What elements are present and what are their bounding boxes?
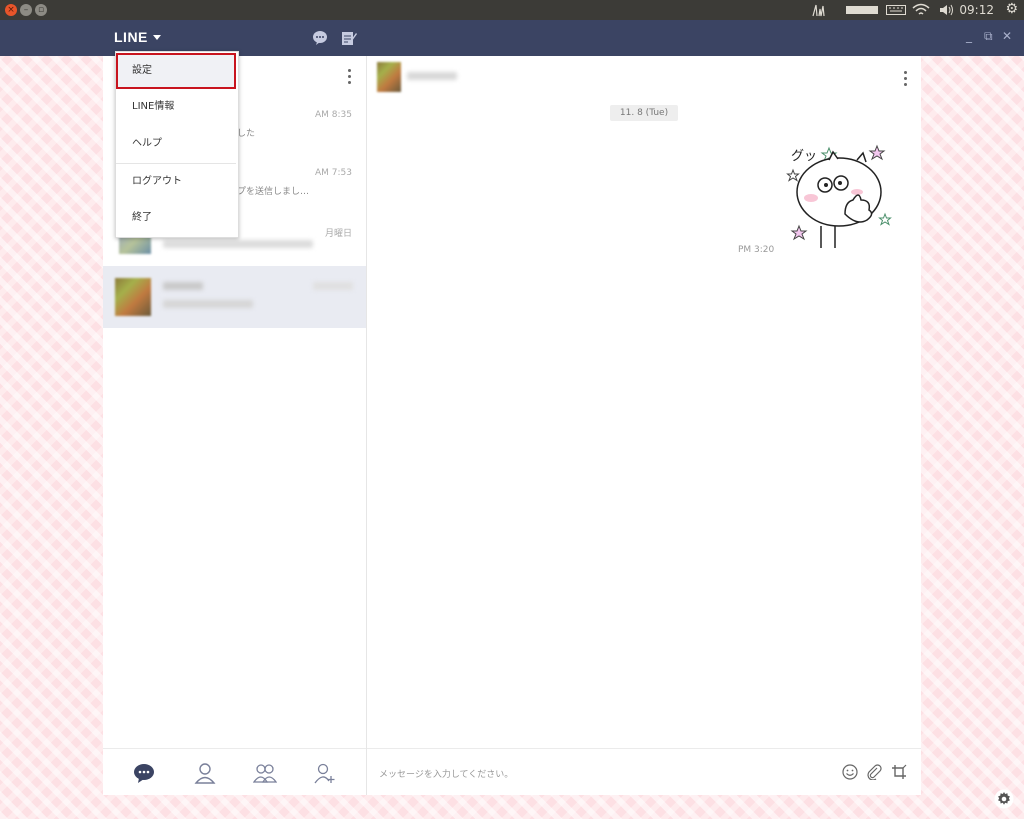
keyboard-icon[interactable] (886, 0, 906, 20)
conversation-panel: 11. 8 (Tue) グッ PM 3:20 メッセージを入力してください。 (367, 56, 921, 795)
speech-bubble-icon[interactable] (133, 762, 155, 784)
sticker-image: グッ (785, 140, 899, 252)
chat-preview: した (237, 129, 256, 139)
people-icon[interactable] (252, 762, 278, 784)
menu-item-settings[interactable]: 設定 (116, 53, 236, 89)
tray-network-graph-icon[interactable] (812, 0, 838, 20)
avatar (115, 278, 151, 316)
blurred-preview (163, 300, 253, 308)
line-logo[interactable]: LINE (114, 29, 148, 45)
wifi-icon[interactable] (912, 0, 930, 20)
compose-note-icon[interactable] (341, 30, 357, 46)
chat-time: AM 8:35 (315, 110, 352, 120)
menu-item-logout[interactable]: ログアウト (116, 164, 236, 200)
tray-bar-indicator-icon[interactable] (846, 0, 878, 20)
restore-button[interactable]: ⧉ (984, 29, 993, 44)
minimize-button[interactable]: _ (966, 29, 972, 43)
clock[interactable]: 09:12 (959, 0, 994, 20)
message-input[interactable]: メッセージを入力してください。 (379, 767, 513, 780)
line-menu-dropdown: 設定 LINE情報 ヘルプ ログアウト 終了 (115, 51, 239, 238)
menu-item-line-info[interactable]: LINE情報 (116, 89, 236, 125)
blurred-contact-name (407, 72, 457, 80)
blurred-preview (163, 240, 313, 248)
chevron-down-icon[interactable] (153, 35, 161, 40)
add-person-icon[interactable] (314, 762, 336, 784)
chat-list-more-icon[interactable] (348, 69, 352, 87)
system-top-bar: × – ▫ 09:12 ⚙ (0, 0, 1024, 20)
bottom-nav (103, 748, 366, 795)
chat-preview: プを送信しまし… (237, 187, 310, 197)
blurred-time (313, 282, 353, 290)
sticker-caption: グッ (791, 149, 817, 164)
close-button[interactable]: ✕ (1002, 29, 1012, 43)
crop-icon[interactable] (891, 764, 907, 780)
system-settings-gear-icon[interactable]: ⚙ (1005, 1, 1018, 17)
window-maximize-button[interactable]: ▫ (35, 4, 47, 16)
blurred-name (163, 282, 203, 290)
menu-item-quit[interactable]: 終了 (116, 200, 236, 236)
volume-icon[interactable] (938, 0, 956, 20)
chat-list-item-selected[interactable] (103, 266, 366, 328)
message-time: PM 3:20 (738, 245, 775, 255)
conversation-more-icon[interactable] (904, 71, 908, 89)
new-chat-icon[interactable] (312, 30, 328, 46)
date-separator: 11. 8 (Tue) (610, 105, 678, 121)
settings-gear-icon[interactable] (994, 789, 1014, 809)
message-input-bar: メッセージを入力してください。 (367, 748, 921, 795)
chat-time: 月曜日 (324, 229, 352, 239)
chat-time: AM 7:53 (315, 168, 352, 178)
paperclip-icon[interactable] (866, 764, 882, 781)
window-close-button[interactable]: × (5, 4, 17, 16)
window-minimize-button[interactable]: – (20, 4, 32, 16)
menu-item-help[interactable]: ヘルプ (116, 126, 236, 162)
person-icon[interactable] (194, 762, 216, 784)
smile-icon[interactable] (842, 764, 858, 780)
conversation-avatar[interactable] (377, 62, 401, 92)
